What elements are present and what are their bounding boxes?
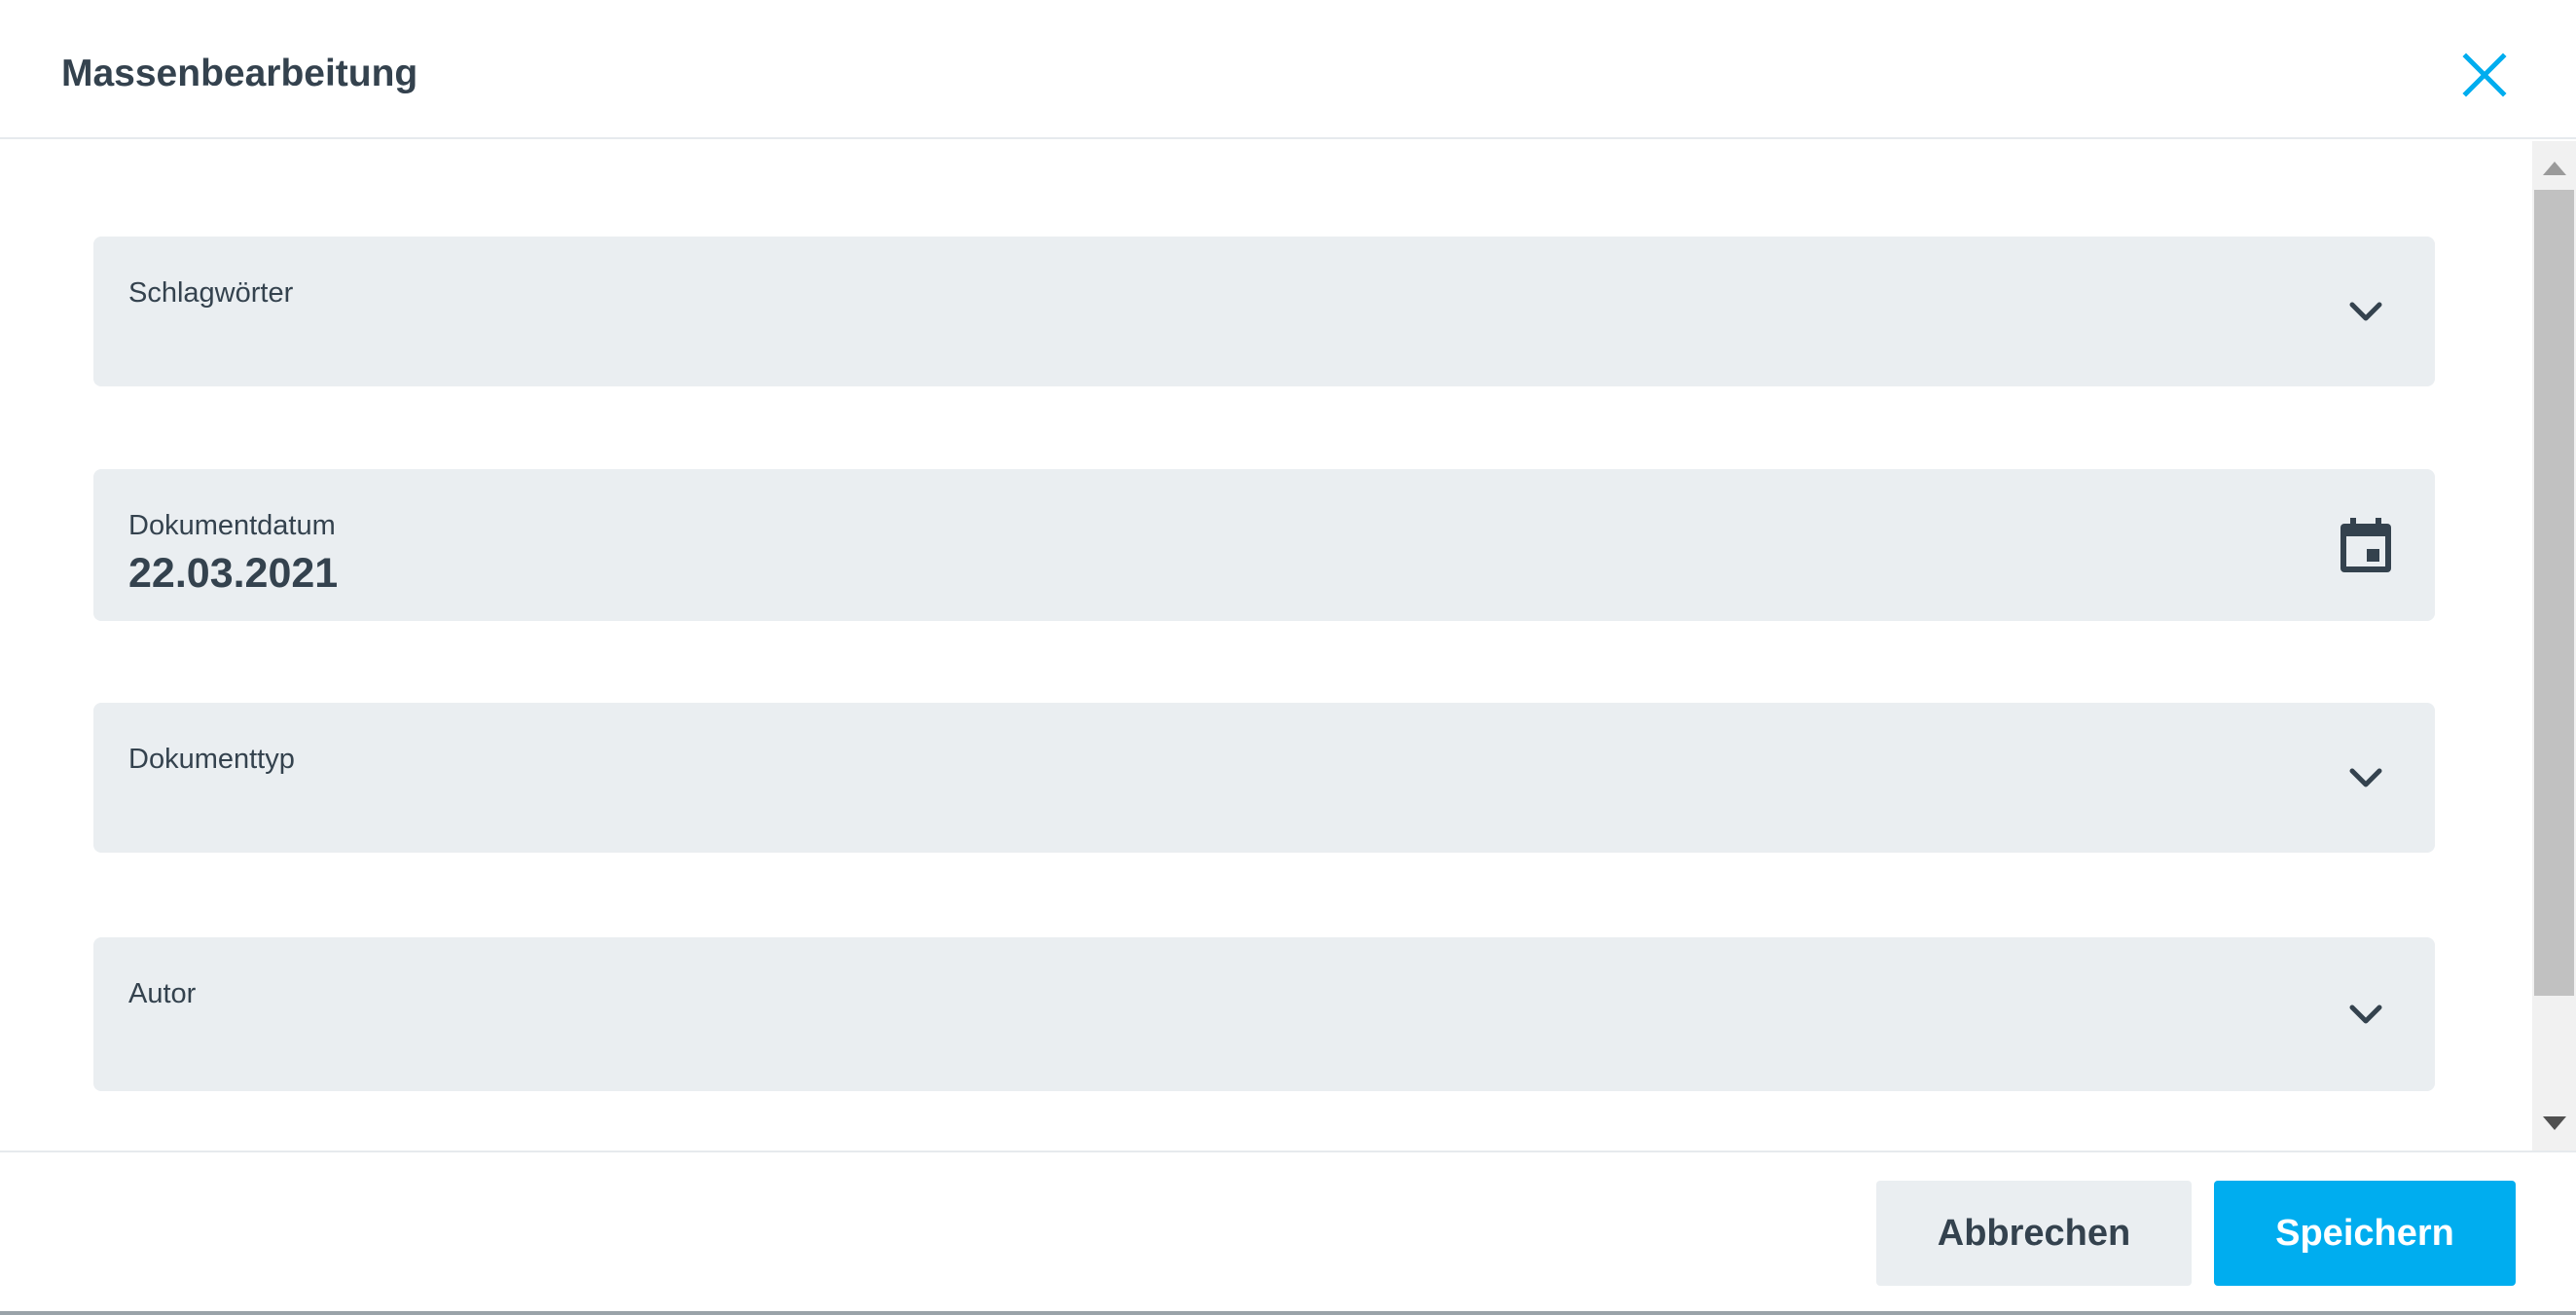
keywords-select[interactable]: Schlagwörter — [93, 237, 2435, 386]
chevron-down-icon[interactable] — [2340, 751, 2392, 804]
document-date-input[interactable]: Dokumentdatum 22.03.2021 — [93, 469, 2435, 621]
close-icon — [2462, 53, 2507, 97]
scroll-up-arrow[interactable] — [2532, 149, 2576, 188]
mass-edit-dialog: Massenbearbeitung Schlagwörter Dokumentd… — [0, 0, 2576, 1315]
chevron-down-icon[interactable] — [2340, 285, 2392, 338]
triangle-up-icon — [2542, 162, 2566, 175]
close-button[interactable] — [2449, 45, 2521, 105]
dialog-header: Massenbearbeitung — [0, 0, 2576, 139]
scroll-thumb[interactable] — [2534, 190, 2574, 996]
document-type-select[interactable]: Dokumenttyp — [93, 703, 2435, 853]
scroll-down-arrow[interactable] — [2532, 1104, 2576, 1143]
save-button[interactable]: Speichern — [2214, 1181, 2516, 1286]
bottom-divider — [0, 1311, 2576, 1315]
vertical-scrollbar[interactable] — [2532, 141, 2576, 1151]
document-type-label: Dokumenttyp — [128, 744, 295, 775]
author-select[interactable]: Autor — [93, 937, 2435, 1091]
document-date-label: Dokumentdatum — [128, 510, 336, 541]
triangle-down-icon — [2542, 1116, 2566, 1130]
calendar-icon[interactable] — [2340, 518, 2392, 572]
document-date-value: 22.03.2021 — [128, 550, 339, 597]
dialog-title: Massenbearbeitung — [61, 53, 418, 94]
cancel-button[interactable]: Abbrechen — [1876, 1181, 2192, 1286]
dialog-body: Schlagwörter Dokumentdatum 22.03.2021 Do… — [0, 141, 2532, 1151]
keywords-label: Schlagwörter — [128, 277, 294, 309]
dialog-footer: Abbrechen Speichern — [0, 1151, 2576, 1315]
author-label: Autor — [128, 978, 197, 1009]
chevron-down-icon[interactable] — [2340, 988, 2392, 1041]
